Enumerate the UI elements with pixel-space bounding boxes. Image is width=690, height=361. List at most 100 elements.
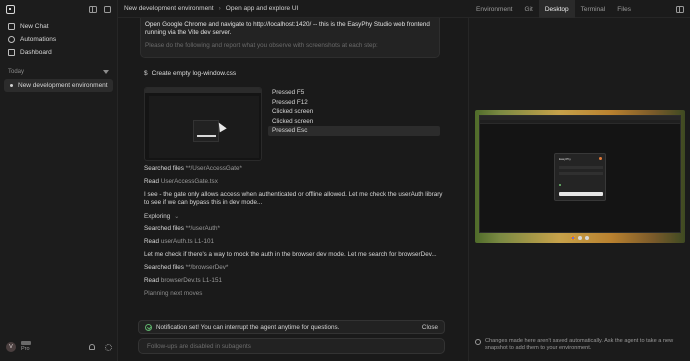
remote-browser-toolbar (480, 120, 680, 124)
breadcrumb-chevron-icon: › (218, 5, 221, 12)
log-term: **/browserDev* (185, 264, 229, 272)
log-search[interactable]: Searched files **/UserAccessGate* (144, 165, 444, 173)
log-term: userAuth.ts L1-101 (160, 237, 215, 245)
snapshot-note: Changes made here aren't saved automatic… (475, 338, 687, 352)
message-text-faded: Please do the following and report what … (145, 42, 378, 49)
toggle-sidebar-icon[interactable] (89, 5, 97, 13)
log-term: **/UserAccessGate* (185, 165, 242, 172)
tab-terminal[interactable]: Terminal (575, 0, 612, 18)
avatar[interactable]: V (6, 342, 16, 352)
remote-dialog-field (559, 172, 603, 175)
agent-log: Searched files **/UserAccessGate* Read U… (144, 165, 444, 297)
action-item[interactable]: Clicked screen (268, 117, 440, 127)
breadcrumb-item-current: Open app and explore UI (225, 5, 299, 12)
thumbnail-button (197, 135, 216, 137)
nav-new-chat-label: New Chat (20, 23, 49, 30)
desktop-panel: EasyPhy Changes made here aren't saved a… (468, 18, 690, 361)
thumbnail-page (149, 96, 259, 158)
nav-dashboard-label: Dashboard (20, 49, 52, 56)
taskbar-app-icon (585, 236, 589, 240)
automations-icon (8, 36, 15, 43)
toggle-panel-icon[interactable] (676, 5, 684, 13)
chat-item-label: New development environment (18, 82, 108, 89)
chat-panel: Open Google Chrome and navigate to http:… (118, 18, 468, 361)
sidebar: New Chat Automations Dashboard Today New… (0, 0, 118, 361)
exploring-toggle[interactable]: Exploring ⌄ (144, 213, 444, 220)
user-footer: V Pro (0, 333, 118, 361)
info-icon (475, 339, 481, 345)
panel-tabs: Environment Git Desktop Terminal Files (470, 0, 637, 18)
gear-icon[interactable] (105, 343, 112, 351)
log-paragraph: I see - the gate only allows access when… (144, 191, 443, 207)
action-item[interactable]: Pressed F5 (268, 88, 440, 98)
log-paragraph: Let me check if there's a way to mock th… (144, 250, 437, 258)
breadcrumb: New development environment › Open app a… (118, 5, 468, 12)
remote-dialog-field (559, 166, 603, 169)
action-list: Pressed F5 Pressed F12 Clicked screen Cl… (268, 88, 440, 136)
notification-banner: Notification set! You can interrupt the … (138, 320, 445, 334)
exploring-label: Exploring (144, 212, 171, 220)
command-row[interactable]: $ Create empty log-window.css (144, 70, 236, 77)
command-text: Create empty log-window.css (151, 70, 237, 77)
new-chat-icon (8, 23, 15, 30)
log-verb: Read (144, 277, 160, 285)
log-term: browserDev.ts L1-151 (160, 277, 222, 285)
app-logo-icon (6, 4, 15, 14)
remote-taskbar (475, 233, 685, 243)
nav-dashboard[interactable]: Dashboard (4, 46, 113, 59)
remote-browser-window: EasyPhy (479, 115, 681, 233)
top-bar: New development environment › Open app a… (118, 0, 690, 18)
remote-login-dialog: EasyPhy (554, 153, 606, 201)
bell-icon[interactable] (89, 344, 95, 350)
log-search[interactable]: Searched files **/userAuth* (144, 225, 444, 233)
sidebar-header (0, 0, 117, 18)
user-meta: Pro (21, 341, 31, 352)
action-item[interactable]: Pressed F12 (268, 98, 440, 108)
taskbar-app-icon (578, 236, 582, 240)
screenshot-thumbnail[interactable] (144, 87, 262, 161)
new-chat-edit-icon[interactable] (103, 5, 111, 13)
tab-files[interactable]: Files (611, 0, 637, 18)
chevron-down-icon: ⌄ (174, 213, 180, 220)
dashboard-icon (8, 49, 15, 56)
remote-dialog-submit (559, 192, 603, 196)
log-verb: Searched files (144, 224, 184, 232)
tab-git[interactable]: Git (519, 0, 539, 18)
followup-input[interactable]: Follow-ups are disabled in subagents (138, 338, 445, 354)
terminal-dollar-icon: $ (144, 70, 148, 77)
planning-status: Planning next moves (144, 290, 203, 298)
log-term: UserAccessGate.tsx (160, 178, 218, 185)
user-plan: Pro (21, 346, 30, 353)
tab-desktop[interactable]: Desktop (538, 0, 575, 18)
filter-icon[interactable] (103, 70, 109, 74)
tab-environment[interactable]: Environment (470, 0, 519, 18)
log-read[interactable]: Read browserDev.ts L1-151 (144, 277, 444, 285)
log-term: **/userAuth* (185, 224, 220, 232)
log-read[interactable]: Read userAuth.ts L1-101 (144, 238, 444, 246)
snapshot-note-text: Changes made here aren't saved automatic… (485, 338, 674, 351)
breadcrumb-item[interactable]: New development environment (124, 5, 214, 12)
log-verb: Read (144, 237, 160, 245)
section-today-label: Today (8, 69, 25, 75)
remote-desktop-view[interactable]: EasyPhy (475, 110, 685, 243)
chat-item-new-development-environment[interactable]: New development environment (4, 79, 113, 92)
remote-status-dot-icon (559, 184, 561, 186)
nav-automations[interactable]: Automations (4, 33, 113, 46)
log-verb: Read (144, 178, 160, 185)
log-verb: Searched files (144, 264, 184, 272)
action-item[interactable]: Clicked screen (268, 107, 440, 117)
remote-dialog-title: EasyPhy (559, 157, 571, 161)
user-name-redacted (21, 341, 31, 346)
close-button[interactable]: Close (422, 324, 438, 331)
nav-automations-label: Automations (20, 36, 57, 43)
followup-placeholder: Follow-ups are disabled in subagents (147, 342, 251, 350)
thumbnail-browser-bar (145, 88, 261, 93)
log-read[interactable]: Read UserAccessGate.tsx (144, 178, 444, 186)
check-circle-icon (145, 323, 152, 331)
nav-new-chat[interactable]: New Chat (4, 20, 113, 33)
action-item-selected[interactable]: Pressed Esc (268, 126, 440, 136)
chrome-icon (571, 236, 575, 240)
log-search[interactable]: Searched files **/browserDev* (144, 264, 444, 272)
user-message: Open Google Chrome and navigate to http:… (140, 18, 440, 58)
notification-text: Notification set! You can interrupt the … (156, 323, 340, 331)
